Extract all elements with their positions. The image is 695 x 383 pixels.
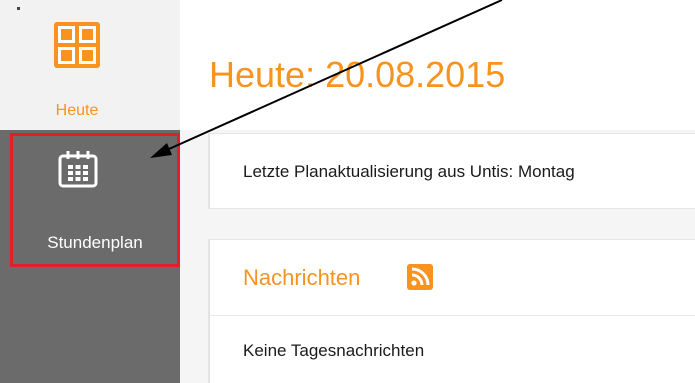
- sidebar-item-today-label: Heute: [55, 102, 99, 119]
- divider: [210, 315, 695, 316]
- news-title: Nachrichten: [243, 265, 361, 290]
- rss-icon[interactable]: [407, 264, 433, 290]
- grid-icon: [54, 22, 100, 68]
- update-info-panel: Letzte Planaktualisierung aus Untis: Mon…: [209, 134, 695, 208]
- news-panel: Nachrichten Keine Tagesnachrichten: [209, 240, 695, 383]
- annotation-mark: [17, 7, 20, 10]
- update-info-text: Letzte Planaktualisierung aus Untis: Mon…: [243, 162, 575, 181]
- grid-icon-cell: [58, 47, 75, 64]
- grid-icon-cell: [79, 47, 96, 64]
- sidebar-item-timetable-label: Stundenplan: [47, 233, 143, 252]
- grid-icon-cell: [58, 26, 75, 43]
- calendar-icon: [58, 151, 98, 188]
- grid-icon-cell: [79, 26, 96, 43]
- app-window: Heute Stundenplan Heute: 20.08.2015 Letz…: [0, 0, 695, 383]
- page-title: Heute: 20.08.2015: [209, 54, 506, 95]
- sidebar-item-timetable[interactable]: Stundenplan: [10, 133, 180, 267]
- sidebar-item-today[interactable]: Heute: [35, 10, 145, 125]
- news-empty-message: Keine Tagesnachrichten: [243, 341, 425, 360]
- sidebar: Heute Stundenplan: [0, 0, 180, 383]
